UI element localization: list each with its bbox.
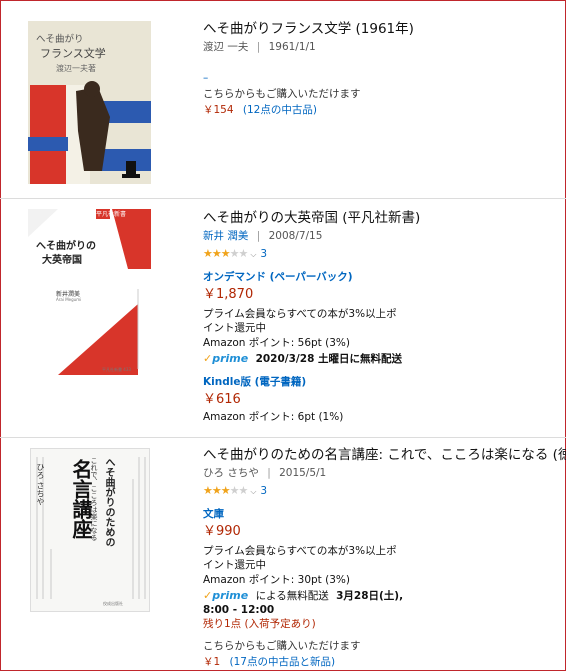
used-offers-3[interactable]: ￥1 (17点の中古品と新品) <box>203 654 566 669</box>
author-2[interactable]: 新井 潤美 <box>203 230 248 242</box>
review-count-2[interactable]: 3 <box>260 248 267 260</box>
used-offers-1[interactable]: ￥154 (12点の中古品) <box>203 102 566 117</box>
prime-note-3a: プライム会員ならすべての本が3%以上ポ <box>203 545 397 557</box>
prime-note-3b: イント還元中 <box>203 559 266 571</box>
delivery-date-2: 2020/3/28 土曜日に無料配送 <box>255 353 403 365</box>
cover-text-2a: 平凡社新書 <box>96 211 127 218</box>
book-title-3[interactable]: へそ曲がりのための名言講座: これで、こころは楽になる (徳間 <box>203 446 566 464</box>
cover-text-3e: 佼成出版社 <box>103 601 123 606</box>
book-cover-2[interactable]: 平凡社新書 へそ曲がりの 大英帝国 新井潤美 Arai Megumi 平凡社新書… <box>28 209 151 375</box>
delivery-pre-3: による無料配送 <box>255 590 329 602</box>
cover-text-1c: 渡辺一夫著 <box>56 64 96 73</box>
book-cover-3[interactable]: これで、こころは楽になる へそ曲がりのための 名言講座 ひろ さちや 佼成出版社 <box>30 448 150 612</box>
prime-logo-icon: ✓prime <box>203 589 249 602</box>
prime-note-2a: プライム会員ならすべての本が3%以上ポ <box>203 308 397 320</box>
star-rating-icon: ★★★★★ <box>203 247 248 260</box>
cover-text-2c: 大英帝国 <box>42 255 82 266</box>
date-1: 1961/1/1 <box>268 41 316 53</box>
format-link-2a[interactable]: オンデマンド (ペーパーバック) <box>203 270 566 284</box>
book-meta-1: 渡辺 一夫 | 1961/1/1 <box>203 41 316 53</box>
prime-note-2b: イント還元中 <box>203 322 266 334</box>
format-link-2b[interactable]: Kindle版 (電子書籍) <box>203 375 566 389</box>
used-link-1[interactable]: (12点の中古品) <box>243 104 317 116</box>
author-3: ひろ さちや <box>203 467 259 479</box>
book-cover-1[interactable]: へそ曲がり フランス文学 渡辺一夫著 <box>28 21 151 184</box>
price-2a[interactable]: ￥1,870 <box>203 286 566 304</box>
cover-text-2b: へそ曲がりの <box>36 241 96 252</box>
result-info-3: へそ曲がりのための名言講座: これで、こころは楽になる (徳間 ひろ さちや |… <box>203 446 566 669</box>
delivery-3: ✓prime による無料配送 3月28日(土), <box>203 589 566 603</box>
other-buy-1: こちらからもご購入いただけます <box>203 88 361 100</box>
used-price-1: ￥154 <box>203 104 234 116</box>
price-2b[interactable]: ￥616 <box>203 391 566 409</box>
result-item-2: 平凡社新書 へそ曲がりの 大英帝国 新井潤美 Arai Megumi 平凡社新書… <box>0 199 566 437</box>
other-buy-3: こちらからもご購入いただけます <box>203 640 361 652</box>
used-price-3: ￥1 <box>203 656 221 668</box>
cover-text-2e: Arai Megumi <box>56 297 82 302</box>
result-info-1: へそ曲がりフランス文学 (1961年) 渡辺 一夫 | 1961/1/1 – こ… <box>203 20 566 117</box>
cover-art-2 <box>28 209 151 375</box>
format-link-3[interactable]: 文庫 <box>203 507 566 521</box>
cover-text-3c: 名言講座 <box>69 459 93 539</box>
cover-text-1a: へそ曲がり <box>36 34 84 45</box>
book-meta-3: ひろ さちや | 2015/5/1 <box>203 467 327 479</box>
chevron-down-icon[interactable]: ⌵ <box>250 487 256 496</box>
star-rating-icon: ★★★★★ <box>203 484 248 497</box>
chevron-down-icon[interactable]: ⌵ <box>250 250 256 259</box>
cover-text-3d: ひろ さちや <box>36 463 45 506</box>
dash-1: – <box>203 72 209 84</box>
delivery-2: ✓prime 2020/3/28 土曜日に無料配送 <box>203 352 566 366</box>
date-3: 2015/5/1 <box>279 467 327 479</box>
prime-logo-icon: ✓prime <box>203 352 249 365</box>
review-count-3[interactable]: 3 <box>260 485 267 497</box>
price-3[interactable]: ￥990 <box>203 523 566 541</box>
delivery-time-3: 8:00 - 12:00 <box>203 604 275 616</box>
used-link-3[interactable]: (17点の中古品と新品) <box>230 656 336 668</box>
points-3: Amazon ポイント: 30pt (3%) <box>203 574 350 586</box>
result-info-2: へそ曲がりの大英帝国 (平凡社新書) 新井 潤美 | 2008/7/15 ★★★… <box>203 209 566 424</box>
cover-text-2f: 平凡社新書 433 <box>102 367 131 372</box>
result-item-1: へそ曲がり フランス文学 渡辺一夫著 へそ曲がりフランス文学 (1961年) 渡… <box>0 0 566 198</box>
stock-status-3: 残り1点 (入荷予定あり) <box>203 618 316 630</box>
date-2: 2008/7/15 <box>268 230 323 242</box>
cover-text-3b: へそ曲がりのための <box>103 457 114 547</box>
book-title-1[interactable]: へそ曲がりフランス文学 (1961年) <box>203 20 566 38</box>
points-2b: Amazon ポイント: 6pt (1%) <box>203 411 344 423</box>
delivery-date-3: 3月28日(土), <box>336 590 404 602</box>
book-meta-2: 新井 潤美 | 2008/7/15 <box>203 230 323 242</box>
rating-2[interactable]: ★★★★★ ⌵ 3 <box>203 245 566 262</box>
author-1: 渡辺 一夫 <box>203 41 249 53</box>
book-title-2[interactable]: へそ曲がりの大英帝国 (平凡社新書) <box>203 209 566 227</box>
points-2a: Amazon ポイント: 56pt (3%) <box>203 337 350 349</box>
result-item-3: これで、こころは楽になる へそ曲がりのための 名言講座 ひろ さちや 佼成出版社… <box>0 438 566 671</box>
rating-3[interactable]: ★★★★★ ⌵ 3 <box>203 482 566 499</box>
cover-text-1b: フランス文学 <box>40 47 106 60</box>
